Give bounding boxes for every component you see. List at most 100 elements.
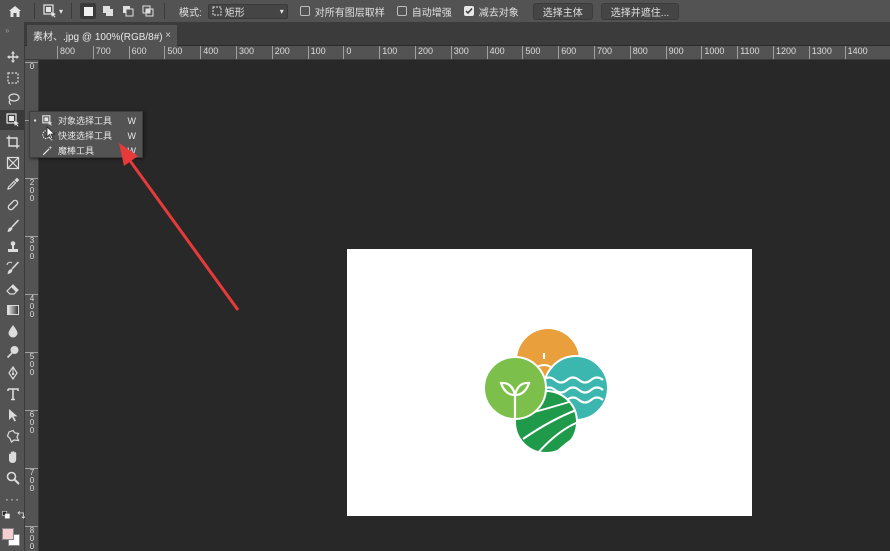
ruler-tick-label: 900 [665,46,684,59]
document-tab-title: 素材、.jpg @ 100%(RGB/8#) [33,32,163,43]
frame-tool[interactable] [0,153,25,173]
auto-enhance-checkbox[interactable] [396,6,407,16]
chevron-down-icon: ▾ [279,6,284,16]
gradient-tool[interactable] [0,300,25,320]
ruler-tick-label: 200 [25,178,38,203]
separator [34,3,35,19]
object-select-icon [5,113,19,127]
close-icon[interactable]: × [165,30,171,41]
pen-tool[interactable] [0,363,25,383]
tool-preset-picker[interactable]: ▾ [39,4,67,18]
eraser-icon [5,284,19,295]
ruler-tick-label: 200 [271,46,290,59]
path-selection-tool[interactable] [0,405,25,425]
magnifier-icon [6,471,20,485]
ruler-tick-label: 600 [558,46,576,59]
ruler-tick-label: 600 [25,410,38,435]
home-button[interactable] [0,0,30,22]
rectangle-marquee-icon [212,6,222,16]
object-select-icon [41,115,52,126]
dodge-tool[interactable] [0,342,25,362]
custom-shape-icon [6,429,19,443]
separator [71,3,73,19]
sample-all-layers-checkbox[interactable] [299,6,310,16]
brush-tool[interactable] [0,216,25,236]
pen-icon [7,366,18,380]
ruler-tick-label: 300 [450,46,469,59]
custom-shape-tool[interactable] [0,426,25,446]
more-icon: ··· [5,492,20,506]
select-subject-button[interactable]: 选择主体 [532,2,593,20]
ruler-tick-label: 0 [343,46,351,59]
flyout-item-magic-wand[interactable]: 魔棒工具 W [30,143,142,158]
blur-tool[interactable] [0,321,25,341]
subtract-from-selection-button[interactable] [120,3,136,19]
intersect-selection-button[interactable] [140,3,156,19]
lasso-icon [7,93,20,106]
ruler-tick-label: 0 [25,62,38,71]
clone-stamp-tool[interactable] [0,237,25,257]
ruler-tick-label: 400 [25,294,38,319]
default-colors-icon [2,510,10,519]
water-drop-icon [8,325,17,338]
horizontal-ruler[interactable]: 800 700 600 500 400 300 200 100 0 100 200 300 400 500… [25,46,890,60]
sample-all-layers-option[interactable]: 对所有图层取样 [299,4,385,19]
flyout-item-label: 对象选择工具 [58,116,113,126]
mode-select[interactable]: 矩形 ▾ [207,3,288,19]
stamp-icon [7,241,18,252]
new-selection-button[interactable] [80,3,97,19]
foreground-color-swatch[interactable] [2,528,14,540]
current-tool-marker: ▪ [33,116,37,125]
select-and-mask-button[interactable]: 选择并遮住... [600,2,680,20]
ruler-tick-label: 300 [236,46,254,59]
type-tool[interactable] [0,384,25,404]
object-selection-tool[interactable] [0,110,25,130]
add-to-selection-button[interactable] [100,3,116,19]
tools-panel: » ··· [0,22,25,551]
subtract-object-checkbox[interactable] [463,6,474,16]
ruler-tick-label: 1200 [773,46,796,59]
move-tool[interactable] [0,47,25,67]
flyout-item-label: 快速选择工具 [58,131,113,141]
ruler-tick-label: 800 [629,46,648,59]
options-bar: ▾ 模式: 矩形 ▾ 对所有图层取样 自动增强 减去对象 选择主体 选择并遮住.… [0,0,890,22]
rectangle-marquee-tool[interactable] [0,68,25,88]
flyout-item-shortcut: W [127,145,137,156]
panel-grip-icon[interactable]: » [5,26,19,35]
photoshop-window: ▾ 模式: 矩形 ▾ 对所有图层取样 自动增强 减去对象 选择主体 选择并遮住.… [0,0,890,551]
edit-toolbar-button[interactable]: ··· [0,489,25,509]
hand-tool[interactable] [0,447,25,467]
intersect-selection-icon [142,5,154,17]
selection-mode-group [76,3,160,19]
flyout-item-label: 魔棒工具 [58,146,95,156]
subtract-object-option[interactable]: 减去对象 [463,4,519,19]
ruler-tick-label: 1000 [701,46,724,59]
healing-brush-tool[interactable] [0,195,25,215]
gradient-icon [6,305,19,315]
eyedropper-tool[interactable] [0,174,25,194]
ruler-tick-label: 700 [594,46,612,59]
ruler-tick-label: 700 [25,468,38,493]
ruler-tick-label: 500 [164,46,182,59]
add-to-selection-icon [103,6,114,16]
checkmark-icon [465,8,473,15]
document-tab[interactable]: 素材、.jpg @ 100%(RGB/8#) × [27,25,177,46]
history-brush-tool[interactable] [0,258,25,278]
crop-icon [6,135,19,149]
eraser-tool[interactable] [0,279,25,299]
flyout-item-shortcut: W [127,130,137,141]
hand-icon [8,451,16,463]
auto-enhance-option[interactable]: 自动增强 [396,4,452,19]
swap-colors-icon[interactable] [16,508,26,522]
ruler-tick-label: 1400 [844,46,868,59]
zoom-tool[interactable] [0,468,25,488]
ruler-tick-label: 500 [25,352,38,377]
auto-enhance-label: 自动增强 [411,7,452,19]
crop-tool[interactable] [0,132,25,152]
default-colors-button[interactable] [0,508,25,522]
ruler-tick-label: 500 [522,46,540,59]
history-brush-icon [6,261,19,274]
frame-icon [6,156,19,170]
document-canvas[interactable] [347,249,752,516]
lasso-tool[interactable] [0,89,25,109]
